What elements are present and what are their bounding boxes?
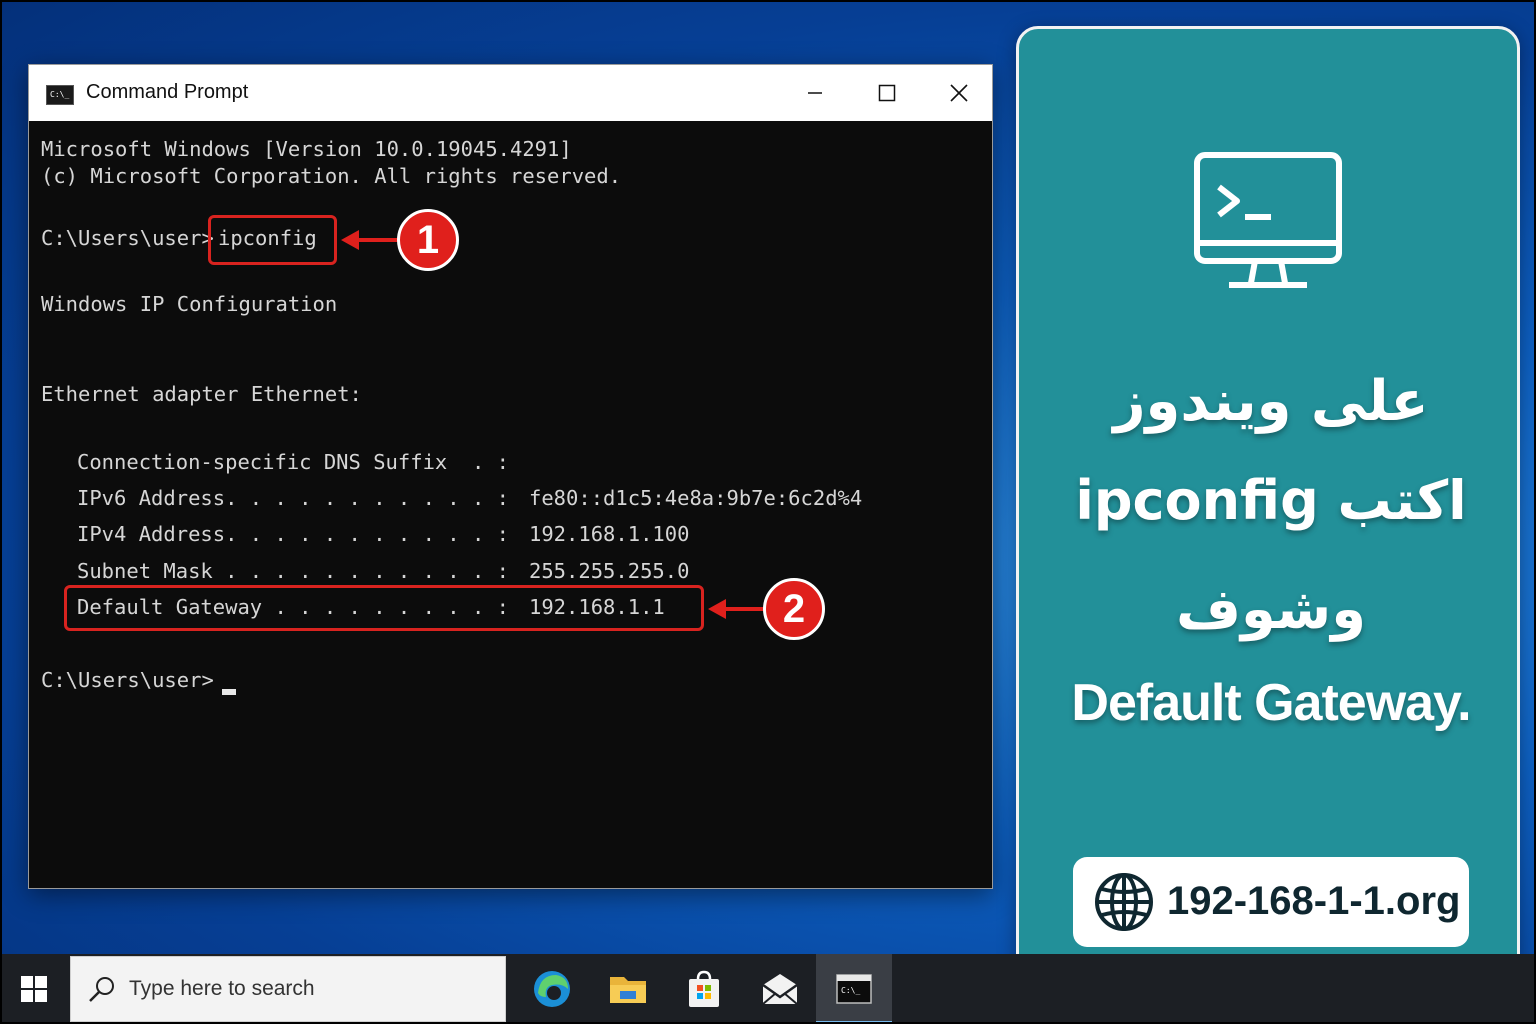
terminal-monitor-icon [1194, 152, 1342, 288]
taskbar-mail[interactable] [742, 954, 818, 1024]
console-row-value: fe80::d1c5:4e8a:9b7e:6c2d%4 [529, 486, 863, 510]
taskbar-file-explorer[interactable] [590, 954, 666, 1024]
console-row-label: Connection-specific DNS Suffix . : [77, 450, 509, 474]
search-icon [89, 977, 114, 1002]
title-bar[interactable]: C:\_ Command Prompt [29, 65, 992, 121]
console-row-label: IPv6 Address. . . . . . . . . . . : [77, 486, 509, 510]
panel-heading-line2: اكتب ipconfig [1075, 469, 1467, 532]
taskbar-search-box[interactable]: Type here to search [70, 956, 506, 1022]
console-header-copyright: (c) Microsoft Corporation. All rights re… [41, 164, 622, 188]
console-output[interactable]: Microsoft Windows [Version 10.0.19045.42… [29, 121, 992, 888]
highlight-box-command [208, 215, 337, 265]
text-cursor [222, 689, 236, 695]
svg-text:C:\_: C:\_ [841, 986, 860, 995]
panel-heading-line3: وشوف [1175, 577, 1367, 642]
minimize-button[interactable] [779, 65, 851, 121]
console-prompt: C:\Users\user> [41, 226, 214, 250]
arrow-left-icon [341, 230, 403, 250]
console-row-value: 192.168.1.100 [529, 522, 690, 546]
cmd-icon: C:\_ [46, 85, 74, 105]
search-placeholder: Type here to search [129, 977, 315, 1000]
taskbar-edge[interactable] [514, 954, 590, 1024]
console-section-title: Windows IP Configuration [41, 292, 338, 316]
start-button[interactable] [0, 954, 68, 1024]
panel-heading-line1: على ويندوز [1113, 369, 1429, 434]
windows-logo-icon [21, 976, 47, 1002]
console-header-version: Microsoft Windows [Version 10.0.19045.42… [41, 137, 572, 161]
panel-heading-line4: Default Gateway. [1071, 674, 1471, 732]
console-row-label: Subnet Mask . . . . . . . . . . . : [77, 559, 509, 583]
website-url[interactable]: 192-168-1-1.org [1167, 879, 1460, 924]
close-button[interactable] [923, 65, 995, 121]
file-explorer-icon [610, 977, 646, 1003]
taskbar: Type here to search C:\_ [0, 954, 1536, 1024]
step-badge-1: 1 [397, 209, 459, 271]
command-prompt-window[interactable]: C:\_ Command Prompt Microsoft Windows [V… [28, 64, 993, 889]
console-prompt: C:\Users\user> [41, 668, 214, 692]
console-row-value: 255.255.255.0 [529, 559, 690, 583]
website-card[interactable]: 192-168-1-1.org [1073, 857, 1469, 947]
minimize-icon [808, 92, 822, 94]
maximize-icon [878, 84, 896, 102]
window-title: Command Prompt [86, 81, 249, 103]
taskbar-command-prompt[interactable]: C:\_ [816, 954, 892, 1024]
mail-icon [762, 974, 798, 1005]
arrow-left-icon [708, 599, 768, 619]
maximize-button[interactable] [851, 65, 923, 121]
step-badge-2: 2 [763, 578, 825, 640]
info-panel: على ويندوز اكتب ipconfig وشوف Default Ga… [1016, 26, 1520, 1006]
taskbar-store[interactable] [666, 954, 742, 1024]
edge-icon [534, 971, 570, 1007]
highlight-box-gateway [64, 585, 704, 631]
console-adapter-title: Ethernet adapter Ethernet: [41, 382, 362, 406]
cmd-icon: C:\_ [836, 974, 872, 1004]
close-icon [950, 84, 968, 102]
globe-icon [1095, 873, 1153, 931]
console-row-label: IPv4 Address. . . . . . . . . . . : [77, 522, 509, 546]
store-icon [689, 970, 719, 1007]
